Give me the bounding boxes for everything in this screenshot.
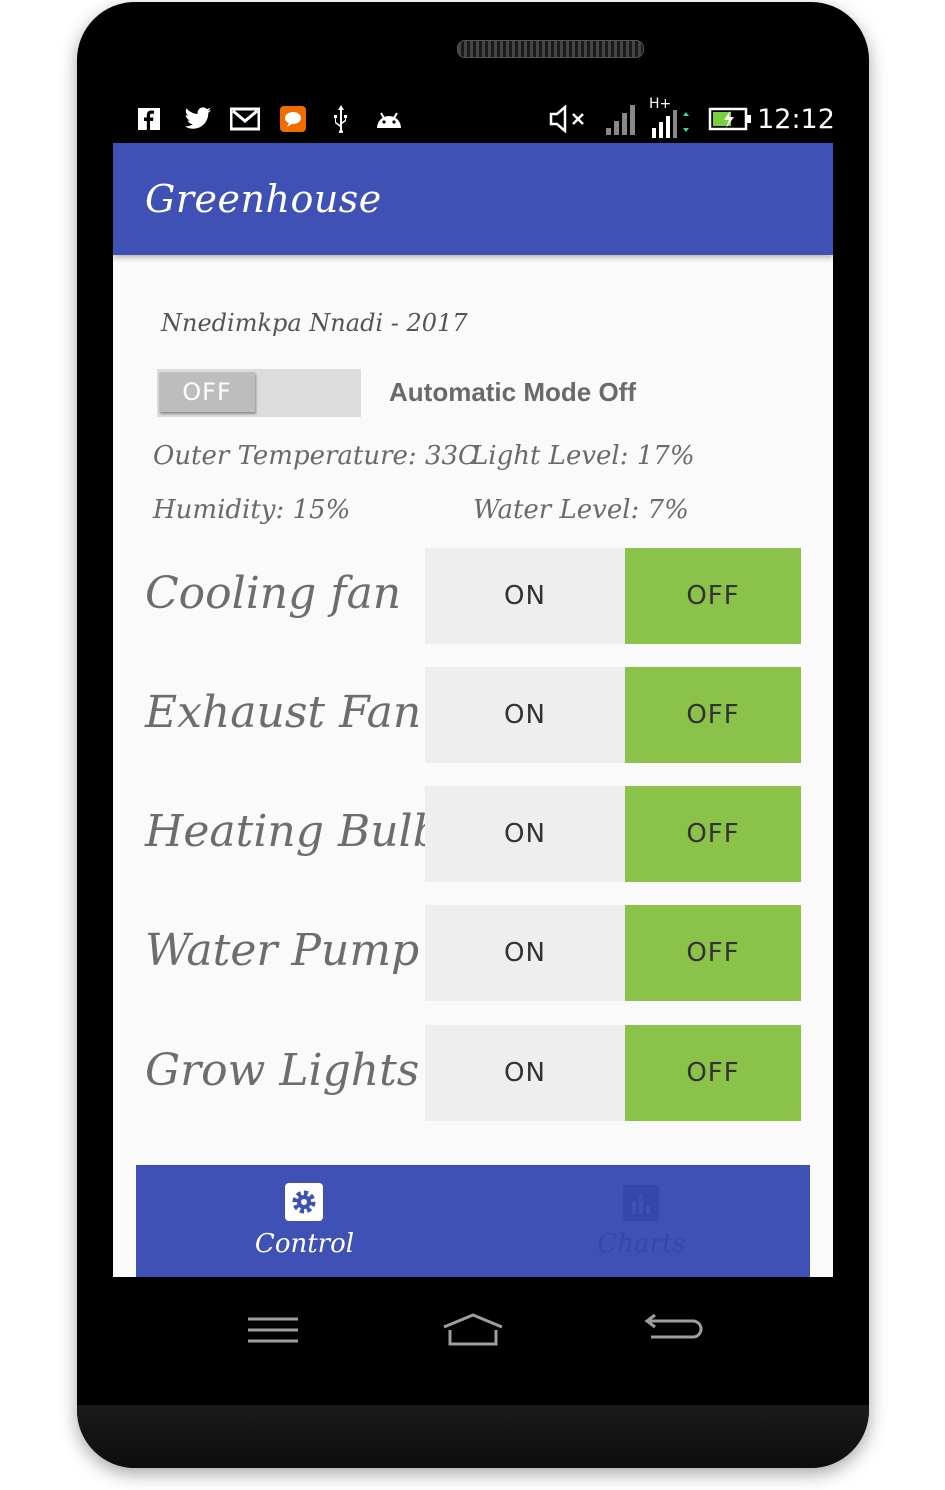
grow-lights-off-button[interactable]: OFF [625,1025,801,1121]
grow-lights-on-button[interactable]: ON [425,1025,625,1121]
heating-bulb-on-button[interactable]: ON [425,786,625,882]
automatic-mode-label: Automatic Mode Off [389,377,636,407]
device-row-cooling-fan: Cooling fan ON OFF [113,548,833,644]
signal-icon [603,96,639,142]
cooling-fan-on-button[interactable]: ON [425,548,625,644]
nav-item-control[interactable]: Control [136,1165,473,1277]
exhaust-fan-on-button[interactable]: ON [425,667,625,763]
bar-chart-icon [623,1185,659,1221]
menu-icon[interactable] [233,1290,313,1370]
network-type-label: H+ [649,96,672,112]
android-icon [373,96,405,142]
back-icon[interactable] [633,1290,713,1370]
status-bar: H+ 12:12 [113,96,835,142]
device-row-exhaust-fan: Exhaust Fan ON OFF [113,667,833,763]
speaker-grille [457,40,644,58]
device-name: Heating Bulb [145,806,441,857]
status-time: 12:12 [757,103,835,135]
phone-chin [77,1405,869,1468]
humidity-reading: Humidity: 15% [153,495,351,525]
water-level-reading: Water Level: 7% [473,495,689,525]
cooling-fan-off-button[interactable]: OFF [625,548,801,644]
nav-label-charts: Charts [597,1229,686,1259]
device-name: Grow Lights [145,1045,420,1096]
gear-icon [285,1183,323,1221]
automatic-mode-toggle[interactable]: OFF [157,369,361,417]
gmail-icon [229,96,261,142]
device-row-water-pump: Water Pump ON OFF [113,905,833,1001]
app-bar: Greenhouse [113,143,833,255]
toggle-thumb: OFF [159,372,255,412]
nav-label-control: Control [254,1229,355,1259]
light-level-reading: Light Level: 17% [471,441,695,471]
device-row-grow-lights: Grow Lights ON OFF [113,1025,833,1121]
water-pump-off-button[interactable]: OFF [625,905,801,1001]
device-row-heating-bulb: Heating Bulb ON OFF [113,786,833,882]
home-icon[interactable] [433,1290,513,1370]
heating-bulb-off-button[interactable]: OFF [625,786,801,882]
facebook-icon [135,96,163,142]
device-name: Cooling fan [145,568,402,619]
message-icon [279,96,307,142]
device-name: Exhaust Fan [145,687,422,738]
water-pump-on-button[interactable]: ON [425,905,625,1001]
twitter-icon [183,96,213,142]
device-name: Water Pump [145,925,420,976]
soft-keys [113,1290,833,1370]
mute-icon [547,96,591,142]
bottom-navigation: Control Charts [136,1165,810,1277]
app-title: Greenhouse [145,177,382,221]
author-line: Nnedimkpa Nnadi - 2017 [161,309,468,337]
outer-temperature-reading: Outer Temperature: 33C [153,441,478,471]
app-screen: Greenhouse Nnedimkpa Nnadi - 2017 OFF Au… [113,143,833,1277]
battery-charging-icon [707,96,753,142]
usb-icon [329,96,353,142]
nav-item-charts[interactable]: Charts [473,1165,810,1277]
exhaust-fan-off-button[interactable]: OFF [625,667,801,763]
data-signal-icon: H+ [647,96,693,142]
